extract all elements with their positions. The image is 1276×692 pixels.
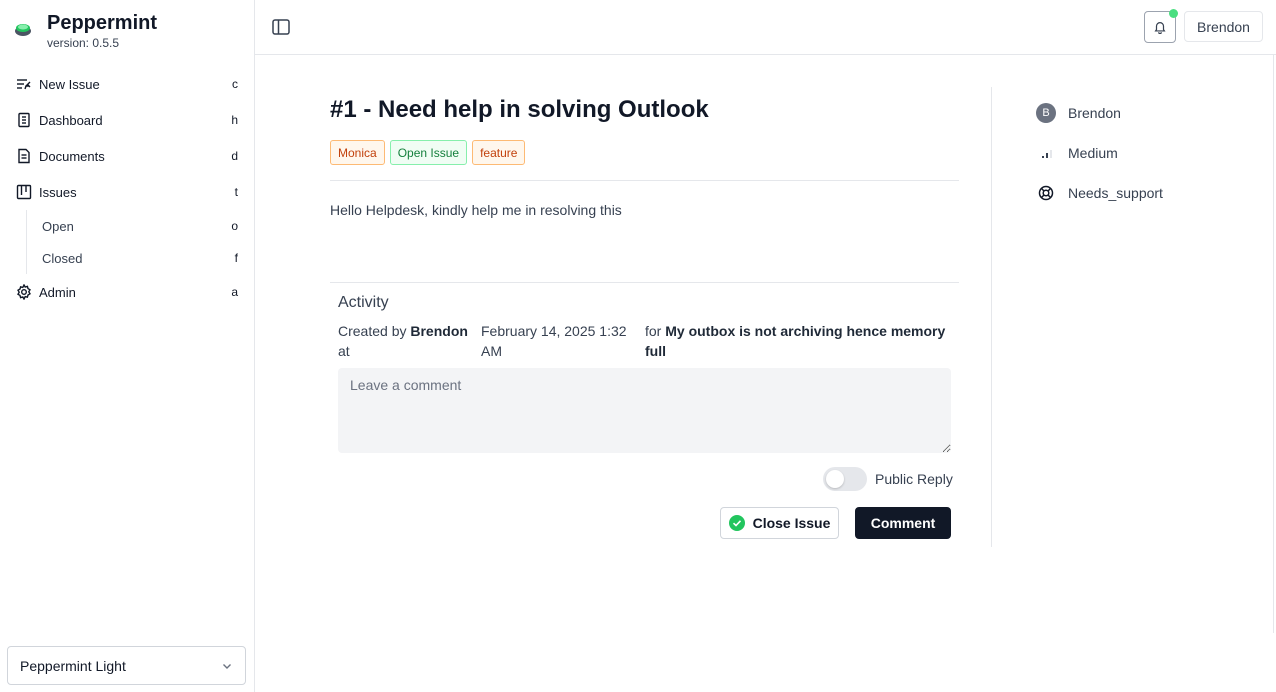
- close-issue-button[interactable]: Close Issue: [720, 507, 839, 539]
- sidebar-item-closed[interactable]: Closed f: [27, 242, 254, 274]
- sidebar-nav: New Issue c Dashboard h Documents d Issu…: [0, 66, 254, 310]
- documents-icon: [16, 148, 32, 164]
- activity-timestamp: February 14, 2025 1:32 AM: [481, 323, 627, 359]
- sidebar-item-label: Open: [42, 218, 74, 234]
- assignee-select[interactable]: B Brendon: [1036, 103, 1121, 123]
- brand: Peppermint version: 0.5.5: [14, 12, 157, 50]
- sidebar-toggle-icon[interactable]: [271, 17, 291, 37]
- public-reply-switch[interactable]: [823, 467, 867, 491]
- issue-title: #1 - Need help in solving Outlook: [330, 96, 709, 123]
- priority-select[interactable]: Medium: [1036, 143, 1118, 163]
- sidebar-item-open[interactable]: Open o: [27, 210, 254, 242]
- switch-knob: [826, 470, 844, 488]
- shortcut-key: h: [231, 113, 238, 127]
- app-version: version: 0.5.5: [47, 36, 120, 50]
- assignee-name: Brendon: [1068, 105, 1121, 121]
- notifications-button[interactable]: [1144, 9, 1178, 43]
- lifebuoy-icon: [1036, 183, 1056, 203]
- user-menu-button[interactable]: Brendon: [1184, 11, 1263, 42]
- sidebar-item-admin[interactable]: Admin a: [0, 274, 254, 310]
- scrollbar[interactable]: [1273, 55, 1274, 633]
- check-circle-icon: [728, 515, 745, 531]
- shortcut-key: c: [232, 77, 238, 91]
- activity-for-text: My outbox is not archiving hence memory …: [645, 323, 946, 359]
- public-reply-label: Public Reply: [875, 471, 953, 487]
- avatar: B: [1036, 103, 1056, 123]
- bell-icon: [1154, 22, 1166, 34]
- priority-signal-icon: [1036, 143, 1056, 163]
- issue-tags: Monica Open Issue feature: [330, 140, 526, 165]
- shortcut-key: f: [234, 251, 238, 265]
- tag-type: feature: [472, 140, 526, 165]
- sidebar-item-label: Dashboard: [39, 112, 103, 128]
- public-reply-toggle-row: Public Reply: [823, 467, 953, 491]
- comment-button[interactable]: Comment: [855, 507, 951, 539]
- status-select[interactable]: Needs_support: [1036, 183, 1163, 203]
- avatar-wrapper: B: [1036, 103, 1056, 123]
- new-issue-icon: [16, 76, 32, 92]
- status-label: Needs_support: [1068, 185, 1163, 201]
- tag-client: Monica: [330, 140, 385, 165]
- for-word: for: [645, 323, 662, 339]
- sidebar: Peppermint version: 0.5.5 New Issue c Da…: [0, 0, 255, 692]
- gear-icon: [16, 284, 32, 300]
- tag-status: Open Issue: [389, 140, 468, 165]
- sidebar-item-new-issue[interactable]: New Issue c: [0, 66, 254, 102]
- app-name: Peppermint: [47, 12, 158, 34]
- shortcut-key: o: [231, 219, 238, 233]
- topbar: Brendon: [255, 0, 1276, 55]
- close-issue-label: Close Issue: [752, 515, 831, 531]
- details-divider: [991, 87, 992, 547]
- notification-dot: [1169, 9, 1178, 18]
- issues-icon: [16, 184, 32, 200]
- sidebar-item-label: Closed: [42, 250, 83, 266]
- theme-select[interactable]: Peppermint Light: [7, 646, 246, 685]
- divider: [330, 282, 959, 283]
- sidebar-item-issues[interactable]: Issues t: [0, 174, 254, 210]
- issues-submenu: Open o Closed f: [26, 210, 254, 274]
- activity-heading: Activity: [338, 294, 389, 311]
- divider: [330, 180, 959, 181]
- peppermint-logo-icon: [15, 24, 31, 36]
- created-by-name: Brendon: [410, 323, 468, 339]
- dashboard-icon: [16, 112, 32, 128]
- created-by-prefix: Created by: [338, 323, 407, 339]
- activity-for: for My outbox is not archiving hence mem…: [645, 321, 950, 361]
- chevron-down-icon: [223, 663, 231, 669]
- at-word: at: [338, 343, 350, 359]
- theme-select-value: Peppermint Light: [20, 657, 126, 674]
- sidebar-item-label: Admin: [39, 284, 76, 300]
- priority-label: Medium: [1068, 145, 1118, 161]
- shortcut-key: t: [234, 185, 238, 199]
- issue-body: Hello Helpdesk, kindly help me in resolv…: [330, 202, 622, 218]
- comment-input[interactable]: [338, 368, 951, 453]
- shortcut-key: d: [231, 149, 238, 163]
- sidebar-item-documents[interactable]: Documents d: [0, 138, 254, 174]
- sidebar-item-label: Issues: [39, 184, 77, 200]
- sidebar-item-dashboard[interactable]: Dashboard h: [0, 102, 254, 138]
- shortcut-key: a: [231, 285, 238, 299]
- sidebar-item-label: New Issue: [39, 76, 100, 92]
- sidebar-item-label: Documents: [39, 148, 105, 164]
- activity-created-by: Created by Brendon at: [338, 321, 473, 361]
